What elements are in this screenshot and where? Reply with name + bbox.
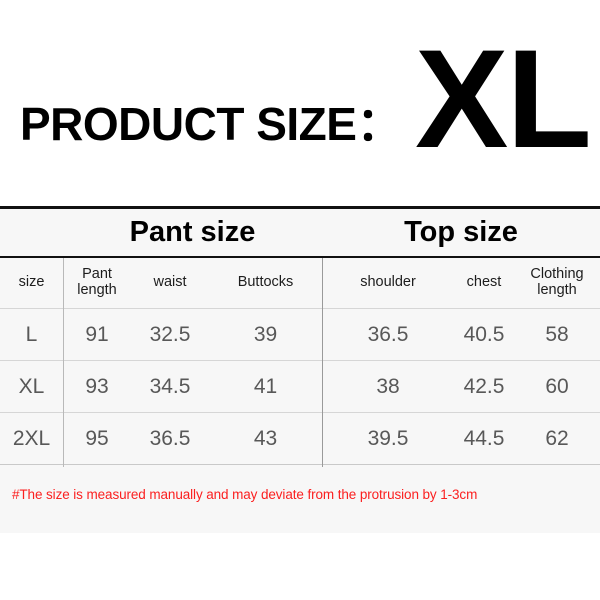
cell-size: XL <box>18 375 45 398</box>
cell-waist: 36.5 <box>149 427 191 450</box>
column-header-pant-length: Pant length <box>77 266 117 298</box>
section-header-pant-size: Pant size <box>129 216 256 248</box>
column-divider-left <box>63 258 64 467</box>
cell-size: 2XL <box>12 427 51 450</box>
table-section-header-row: Pant size Top size <box>0 209 600 258</box>
cell-chest: 44.5 <box>463 427 505 450</box>
cell-chest: 42.5 <box>463 375 505 398</box>
table-row: L 91 32.5 39 36.5 40.5 58 <box>0 309 600 361</box>
footnote-area: #The size is measured manually and may d… <box>0 470 600 533</box>
cell-buttocks: 43 <box>253 427 278 450</box>
cell-shoulder: 38 <box>376 375 400 398</box>
cell-waist: 32.5 <box>149 323 191 346</box>
cell-size: L <box>25 323 38 346</box>
table-row: XL 93 34.5 41 38 42.5 60 <box>0 361 600 413</box>
size-table: Pant size Top size size Pant length wais… <box>0 206 600 533</box>
cell-pant-length: 95 <box>85 427 109 450</box>
column-header-size: size <box>18 274 45 291</box>
cell-shoulder: 36.5 <box>367 323 409 346</box>
column-header-waist: waist <box>153 274 187 291</box>
title-row: PRODUCT SIZE： XL <box>0 0 600 206</box>
cell-clothing-length: 60 <box>545 375 569 398</box>
table-row: 2XL 95 36.5 43 39.5 44.5 62 <box>0 413 600 465</box>
column-header-buttocks: Buttocks <box>237 274 294 291</box>
column-header-clothing-length: Clothing length <box>530 266 584 298</box>
title-band: PRODUCT SIZE： XL <box>0 0 600 206</box>
cell-buttocks: 39 <box>253 323 278 346</box>
cell-clothing-length: 58 <box>545 323 569 346</box>
column-header-chest: chest <box>466 274 502 291</box>
selected-size-label: XL <box>415 20 592 177</box>
column-header-shoulder: shoulder <box>360 274 416 291</box>
cell-chest: 40.5 <box>463 323 505 346</box>
column-divider-right <box>322 258 323 467</box>
cell-pant-length: 91 <box>85 323 109 346</box>
cell-pant-length: 93 <box>85 375 109 398</box>
table-column-header-row: size Pant length waist Buttocks shoulder… <box>0 258 600 309</box>
cell-clothing-length: 62 <box>545 427 569 450</box>
size-chart-page: PRODUCT SIZE： XL Pant size Top size size… <box>0 0 600 600</box>
page-title: PRODUCT SIZE： <box>20 98 402 150</box>
measurement-disclaimer: #The size is measured manually and may d… <box>12 487 478 502</box>
cell-shoulder: 39.5 <box>367 427 409 450</box>
cell-buttocks: 41 <box>253 375 278 398</box>
section-header-top-size: Top size <box>404 216 518 248</box>
cell-waist: 34.5 <box>149 375 191 398</box>
